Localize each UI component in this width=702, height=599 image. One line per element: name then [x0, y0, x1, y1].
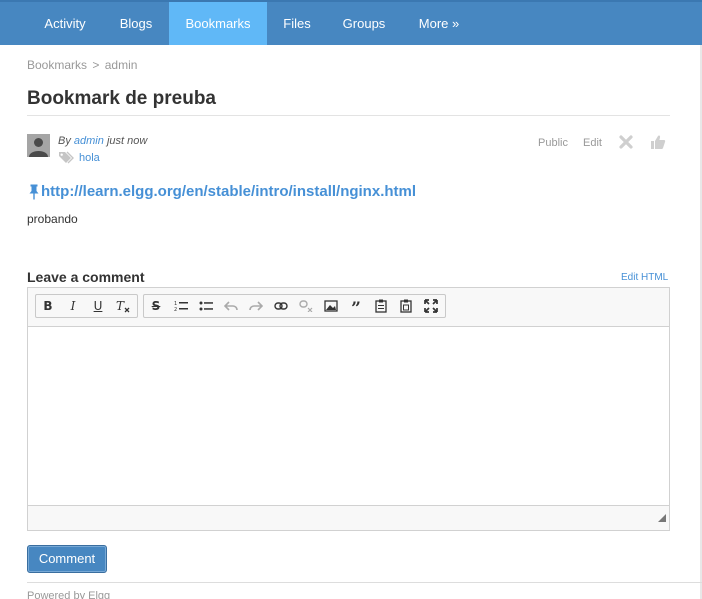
nav-item-activity[interactable]: Activity	[27, 2, 103, 45]
footer-prefix: Powered by	[27, 590, 86, 599]
title-divider	[27, 115, 670, 116]
bold-icon[interactable]: B	[39, 298, 57, 314]
footer-divider	[27, 582, 702, 583]
comment-editor: B I U T S 12 ”	[27, 287, 670, 531]
blockquote-icon[interactable]: ”	[347, 298, 365, 318]
resize-handle-icon[interactable]	[658, 511, 666, 525]
comment-body-field[interactable]	[28, 326, 669, 506]
push-pin-icon	[28, 184, 40, 203]
nav-item-blogs[interactable]: Blogs	[103, 2, 169, 45]
maximize-icon[interactable]	[422, 298, 440, 314]
svg-text:T: T	[116, 299, 125, 313]
tag-link[interactable]: hola	[79, 152, 100, 164]
timestamp: just now	[106, 135, 148, 147]
comment-heading: Leave a comment	[27, 269, 145, 285]
comment-submit-button[interactable]: Comment	[27, 545, 107, 573]
strikethrough-icon[interactable]: S	[147, 298, 165, 314]
nav-item-more[interactable]: More »	[401, 2, 477, 45]
nav-item-files[interactable]: Files	[267, 2, 327, 45]
link-icon[interactable]	[272, 298, 290, 314]
bookmark-description: probando	[27, 212, 78, 226]
undo-icon[interactable]	[222, 298, 240, 314]
breadcrumb-bookmarks-link[interactable]: Bookmarks	[27, 58, 87, 72]
nav-item-groups[interactable]: Groups	[327, 2, 401, 45]
top-navbar: Activity Blogs Bookmarks Files Groups Mo…	[0, 0, 702, 45]
numbered-list-icon[interactable]: 12	[172, 298, 190, 314]
breadcrumb-current: admin	[104, 58, 138, 72]
nav-item-bookmarks[interactable]: Bookmarks	[169, 2, 267, 45]
italic-icon[interactable]: I	[64, 298, 82, 314]
paste-text-icon[interactable]	[372, 298, 390, 314]
insert-toolbar-group: S 12 ”	[143, 294, 446, 318]
formatting-toolbar-group: B I U T	[35, 294, 138, 318]
bulleted-list-icon[interactable]	[197, 298, 215, 314]
breadcrumb-separator: >	[92, 58, 100, 72]
edit-link[interactable]: Edit	[583, 137, 602, 149]
thumbs-up-icon[interactable]	[650, 134, 666, 153]
page-title: Bookmark de preuba	[27, 88, 216, 109]
bookmark-url-link[interactable]: http://learn.elgg.org/en/stable/intro/in…	[41, 183, 416, 200]
avatar[interactable]	[27, 134, 50, 157]
breadcrumb: Bookmarks > admin	[27, 58, 137, 72]
user-silhouette-icon	[27, 134, 50, 157]
footer: Powered by Elgg	[27, 590, 110, 599]
tag-icon	[58, 151, 74, 167]
byline: By admin just now	[58, 135, 147, 147]
delete-icon[interactable]	[618, 134, 634, 153]
image-icon[interactable]	[322, 298, 340, 314]
byline-prefix: By	[58, 135, 71, 147]
underline-icon[interactable]: U	[89, 298, 107, 314]
svg-text:2: 2	[174, 307, 177, 312]
unlink-icon[interactable]	[297, 298, 315, 314]
edit-html-link[interactable]: Edit HTML	[621, 272, 668, 283]
remove-format-icon[interactable]: T	[114, 298, 132, 314]
footer-elgg-link[interactable]: Elgg	[88, 590, 110, 599]
author-link[interactable]: admin	[74, 135, 104, 147]
redo-icon[interactable]	[247, 298, 265, 314]
paste-word-icon[interactable]	[397, 298, 415, 314]
access-level[interactable]: Public	[538, 137, 568, 149]
